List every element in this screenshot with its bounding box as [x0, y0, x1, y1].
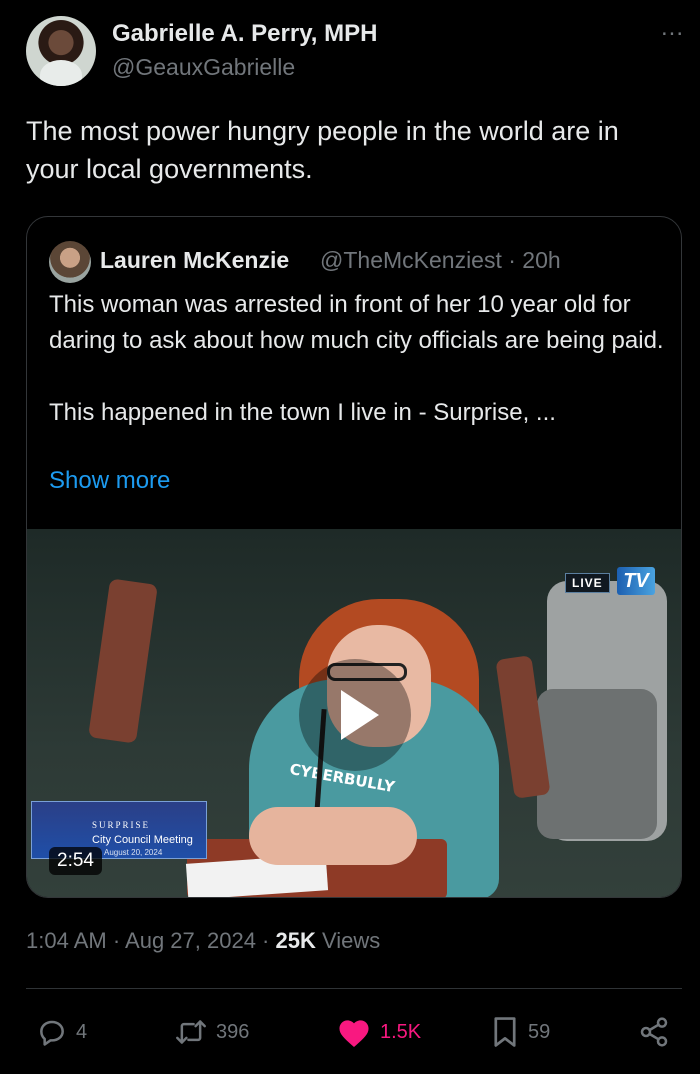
bookmark-count: 59: [528, 1020, 551, 1043]
heart-icon: [336, 1016, 372, 1048]
reply-count: 4: [76, 1020, 88, 1043]
quote-handle-time: @TheMcKenziest · 20h: [320, 247, 561, 273]
play-button-icon[interactable]: [299, 659, 411, 771]
like-count: 1.5K: [380, 1020, 422, 1043]
tweet-header: Gabrielle A. Perry, MPH @GeauxGabrielle …: [26, 14, 683, 90]
tweet-time[interactable]: 1:04 AM · Aug 27, 2024 ·: [26, 928, 276, 953]
author-name[interactable]: Gabrielle A. Perry, MPH: [112, 20, 377, 48]
bookmark-icon: [490, 1015, 520, 1049]
reply-icon: [36, 1016, 68, 1048]
show-more-link[interactable]: Show more: [49, 467, 170, 495]
tweet-timestamp: 1:04 AM · Aug 27, 2024 · 25K Views: [26, 928, 380, 954]
lower-third-title: City Council Meeting: [92, 834, 193, 846]
divider: [26, 988, 682, 989]
repost-count: 396: [216, 1020, 250, 1043]
channel-logo: TV: [617, 567, 655, 595]
lower-third-org: SURPRISE: [92, 820, 151, 830]
quote-author-name[interactable]: Lauren McKenzie: [100, 247, 289, 274]
reply-button[interactable]: 4: [36, 1010, 87, 1054]
views-count: 25K: [275, 928, 316, 953]
like-button[interactable]: 1.5K: [336, 1010, 421, 1054]
bookmark-button[interactable]: 59: [490, 1010, 550, 1054]
live-badge: LIVE: [565, 573, 610, 593]
lower-third-date: August 20, 2024: [104, 848, 163, 857]
chair-seat-right: [537, 689, 657, 839]
speaker-arms: [249, 807, 417, 865]
share-button[interactable]: [638, 1010, 670, 1054]
video-player[interactable]: CYBERBULLY LIVE TV SURPRISE City Council…: [27, 529, 681, 897]
tweet-text: The most power hungry people in the worl…: [26, 116, 619, 184]
quoted-tweet[interactable]: Lauren McKenzie @TheMcKenziest · 20h Thi…: [26, 216, 682, 898]
quote-text: This woman was arrested in front of her …: [49, 291, 664, 426]
repost-button[interactable]: 396: [174, 1010, 249, 1054]
video-duration: 2:54: [49, 847, 102, 875]
action-bar: 4 396 1.5K 59: [26, 1010, 682, 1054]
more-options-icon[interactable]: ...: [661, 14, 684, 42]
share-icon: [638, 1016, 670, 1048]
quote-author-avatar[interactable]: [49, 241, 91, 283]
author-handle[interactable]: @GeauxGabrielle: [112, 54, 295, 81]
repost-icon: [174, 1016, 208, 1048]
author-avatar[interactable]: [26, 16, 96, 86]
views-label: Views: [315, 928, 381, 953]
